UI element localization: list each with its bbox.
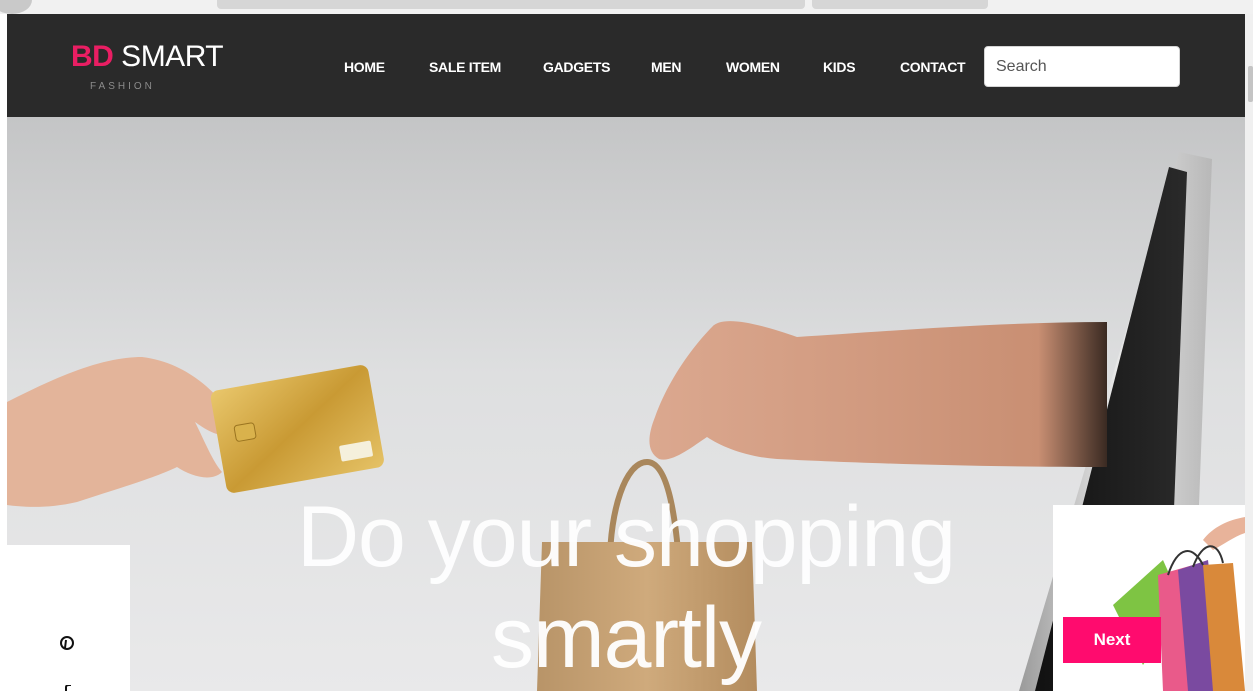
pinterest-icon[interactable] — [60, 636, 74, 650]
shopping-bags-image — [1113, 517, 1245, 691]
nav-item-gadgets[interactable]: GADGETS — [543, 59, 610, 75]
nav-item-home[interactable]: HOME — [344, 59, 385, 75]
nav-item-kids[interactable]: KIDS — [823, 59, 856, 75]
scrollbar-track[interactable] — [1245, 14, 1253, 691]
nav-item-contact[interactable]: CONTACT — [900, 59, 966, 75]
address-bar[interactable] — [217, 0, 805, 9]
right-arm — [649, 321, 1107, 467]
nav-item-sale-item[interactable]: SALE ITEM — [429, 59, 501, 75]
carousel-thumbnail[interactable] — [1053, 505, 1245, 691]
search-input[interactable] — [984, 46, 1180, 87]
site-header: BD SMART FASHION HOME SALE ITEM GADGETS … — [7, 14, 1245, 117]
browser-button[interactable] — [0, 0, 32, 14]
brand-logo-main: SMART — [113, 40, 224, 73]
facebook-icon[interactable] — [63, 685, 73, 691]
brand-tagline: FASHION — [90, 81, 155, 92]
browser-chrome — [0, 0, 1253, 14]
next-button[interactable]: Next — [1063, 617, 1161, 663]
nav-item-women[interactable]: WOMEN — [726, 59, 780, 75]
scrollbar-thumb[interactable] — [1248, 66, 1253, 102]
browser-tab[interactable] — [812, 0, 988, 9]
nav-item-men[interactable]: MEN — [651, 59, 682, 75]
thumb-arm — [1203, 517, 1245, 550]
left-hand — [7, 357, 237, 507]
brand-logo-accent: BD — [71, 40, 114, 73]
brand-logo[interactable]: BD SMART — [71, 40, 224, 73]
card-chip — [233, 422, 257, 442]
social-panel — [7, 545, 130, 691]
